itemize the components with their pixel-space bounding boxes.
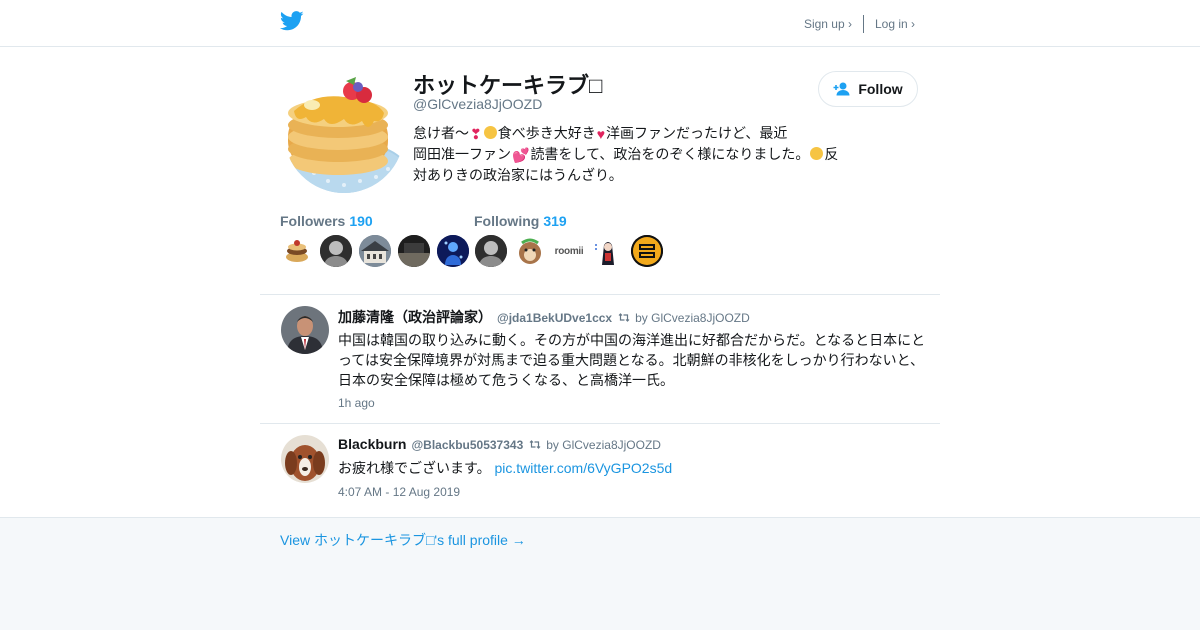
tweet-author-handle[interactable]: @jda1BekUDve1ccx <box>497 311 612 325</box>
tweet-text: 中国は韓国の取り込みに動く。その方が中国の海洋進出に好都合だからだ。となると日本… <box>338 332 926 388</box>
retweet-info: by GlCvezia8JjOOZD <box>529 438 661 452</box>
follower-avatar[interactable] <box>398 235 430 267</box>
following-stat[interactable]: Following 319 <box>474 213 567 229</box>
profile-avatar[interactable] <box>284 73 404 193</box>
retweet-icon <box>529 440 541 449</box>
following-label: Following <box>474 213 540 229</box>
tweet-timestamp[interactable]: 4:07 AM - 12 Aug 2019 <box>338 485 460 499</box>
tweet-avatar[interactable] <box>281 306 329 354</box>
follow-button[interactable]: Follow <box>818 71 918 107</box>
bio-text: 怠け者〜 <box>413 125 469 141</box>
heart-exclamation-icon: ❣ <box>470 126 482 142</box>
pancake-avatar-image <box>284 73 404 193</box>
following-count: 319 <box>543 213 567 229</box>
bio-text: 洋画ファンだったけど、最近 <box>606 125 788 141</box>
signup-link[interactable]: Sign up › <box>804 17 852 31</box>
two-hearts-icon: 💕 <box>512 147 530 163</box>
tweet-text-body: お疲れ様でございます。 <box>338 460 491 476</box>
divider <box>260 294 940 295</box>
twitter-bird-icon[interactable] <box>280 11 304 31</box>
profile-handle: @GlCvezia8JjOOZD <box>413 96 543 112</box>
grinning-face-icon <box>483 126 497 139</box>
retweet-info: by GlCvezia8JjOOZD <box>618 311 750 325</box>
followers-label: Followers <box>280 213 346 229</box>
following-avatar[interactable] <box>514 235 546 267</box>
auth-nav: Sign up › Log in › <box>804 15 915 33</box>
profile-bio: 怠け者〜❣ 食べ歩き大好き♥洋画ファンだったけど、最近 岡田准一ファン💕読書をして… <box>413 123 843 185</box>
retweeted-by: by GlCvezia8JjOOZD <box>546 437 661 452</box>
tweet-header: 加藤清隆（政治評論家） @jda1BekUDve1ccx by GlCvezia… <box>338 307 750 327</box>
tweet-media-link[interactable]: pic.twitter.com/6VyGPO2s5d <box>495 460 673 476</box>
bio-text: 読書をして、政治をのぞく様になりました。 <box>530 146 810 162</box>
tweet-author-name[interactable]: 加藤清隆（政治評論家） <box>338 307 492 327</box>
following-avatars: roomii <box>475 235 670 267</box>
following-avatar[interactable] <box>475 235 507 267</box>
follower-avatar[interactable] <box>281 235 313 267</box>
tweet-author-handle[interactable]: @Blackbu50537343 <box>411 438 523 452</box>
follower-avatar[interactable] <box>320 235 352 267</box>
followers-avatars <box>281 235 476 267</box>
divider <box>260 423 940 424</box>
tweet-timestamp[interactable]: 1h ago <box>338 396 375 410</box>
tweet-avatar[interactable] <box>281 435 329 483</box>
login-link[interactable]: Log in › <box>875 17 915 31</box>
profile-card: ホットケーキラブ□ @GlCvezia8JjOOZD Follow 怠け者〜❣ 食… <box>0 47 1200 518</box>
top-bar: Sign up › Log in › <box>0 0 1200 47</box>
following-avatar[interactable] <box>631 235 663 267</box>
followers-count: 190 <box>349 213 373 229</box>
tweet-header: Blackburn @Blackbu50537343 by GlCvezia8J… <box>338 436 661 452</box>
tweet-author-name[interactable]: Blackburn <box>338 436 406 452</box>
bio-text: 食べ歩き大好き <box>497 125 596 141</box>
laughing-face-icon <box>810 147 824 160</box>
nav-divider <box>862 15 864 33</box>
following-avatar[interactable]: roomii <box>553 235 585 267</box>
tweet-text: お疲れ様でございます。 pic.twitter.com/6VyGPO2s5d <box>338 458 930 478</box>
following-avatar-text: roomii <box>554 245 584 257</box>
red-heart-icon: ♥ <box>596 126 606 142</box>
view-full-profile-link[interactable]: View ホットケーキラブ□'s full profile → <box>280 530 526 550</box>
followers-stat[interactable]: Followers 190 <box>280 213 373 229</box>
bio-text: 岡田准一ファン <box>413 146 511 162</box>
retweet-icon <box>618 313 630 322</box>
follow-button-label: Follow <box>858 81 903 97</box>
add-user-icon <box>833 82 850 96</box>
retweeted-by: by GlCvezia8JjOOZD <box>635 310 750 325</box>
follower-avatar[interactable] <box>437 235 469 267</box>
follower-avatar[interactable] <box>359 235 391 267</box>
following-avatar[interactable] <box>592 235 624 267</box>
